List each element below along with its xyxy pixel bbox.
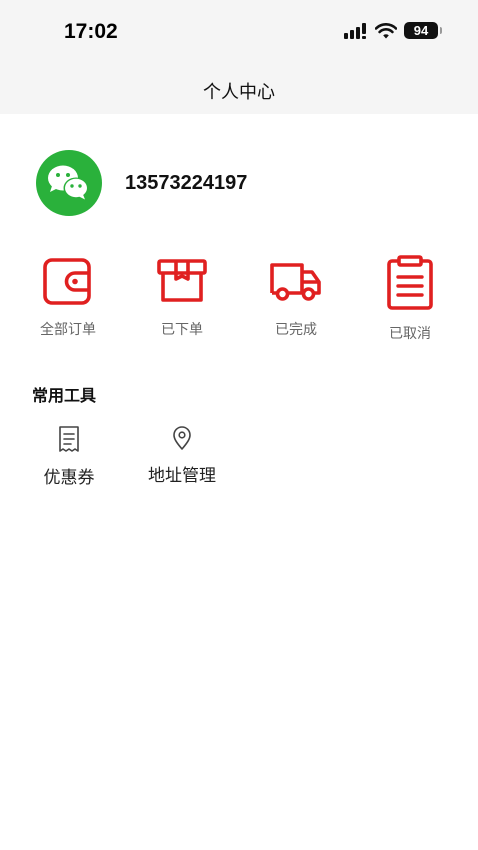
address-management-label: 地址管理 — [148, 466, 216, 486]
order-placed-button[interactable]: 已下单 — [127, 255, 237, 339]
tools-section-title: 常用工具 — [32, 386, 97, 405]
profile-section[interactable]: 13573224197 — [36, 150, 247, 216]
wallet-icon — [43, 258, 91, 305]
coupon-label: 优惠券 — [43, 468, 95, 488]
page-title: 个人中心 — [203, 82, 275, 103]
location-pin-icon — [173, 426, 191, 450]
package-icon — [157, 259, 207, 302]
status-time: 17:02 — [64, 20, 118, 43]
wechat-icon — [48, 165, 89, 200]
order-all-button[interactable]: 全部订单 — [13, 255, 123, 339]
order-all-label: 全部订单 — [40, 322, 96, 338]
avatar[interactable] — [36, 150, 102, 216]
battery-level: 94 — [413, 23, 429, 38]
truck-icon — [270, 263, 321, 301]
nav-bar: 个人中心 — [0, 62, 478, 114]
coupon-button[interactable]: 优惠券 — [40, 425, 98, 488]
signal-icon — [344, 22, 366, 39]
order-completed-button[interactable]: 已完成 — [241, 255, 351, 339]
receipt-icon — [59, 426, 79, 452]
status-bar: 17:02 94 — [0, 0, 478, 62]
orders-row: 全部订单 已下单 已完成 已取消 — [0, 255, 478, 355]
tools-row: 优惠券 地址管理 — [0, 425, 478, 495]
clipboard-icon — [387, 255, 433, 310]
battery-icon: 94 — [404, 22, 442, 39]
order-placed-label: 已下单 — [161, 322, 203, 338]
order-cancelled-label: 已取消 — [389, 326, 431, 342]
wifi-icon — [375, 22, 397, 38]
order-completed-label: 已完成 — [275, 322, 317, 338]
status-icons: 94 — [344, 22, 442, 39]
user-phone: 13573224197 — [125, 171, 248, 194]
order-cancelled-button[interactable]: 已取消 — [355, 255, 465, 343]
address-management-button[interactable]: 地址管理 — [145, 425, 219, 486]
